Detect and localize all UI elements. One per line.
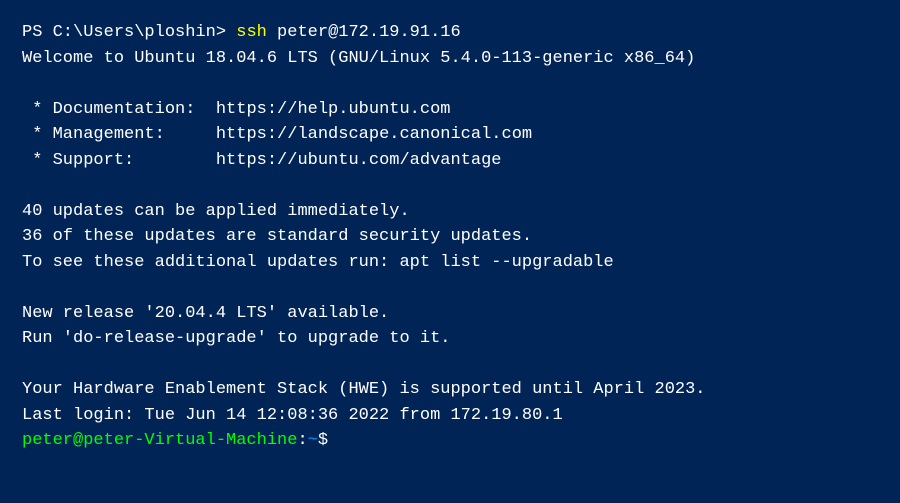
management-line: * Management: https://landscape.canonica…: [22, 122, 878, 148]
updates-line-3: To see these additional updates run: apt…: [22, 250, 878, 276]
release-line-1: New release '20.04.4 LTS' available.: [22, 301, 878, 327]
blank-line: [22, 275, 878, 301]
release-line-2: Run 'do-release-upgrade' to upgrade to i…: [22, 326, 878, 352]
hwe-line: Your Hardware Enablement Stack (HWE) is …: [22, 377, 878, 403]
prompt-symbol: $: [318, 431, 328, 450]
mgmt-url: https://landscape.canonical.com: [216, 125, 532, 144]
welcome-line: Welcome to Ubuntu 18.04.6 LTS (GNU/Linux…: [22, 46, 878, 72]
blank-line: [22, 71, 878, 97]
doc-label: * Documentation:: [22, 100, 216, 119]
documentation-line: * Documentation: https://help.ubuntu.com: [22, 97, 878, 123]
ps-prompt-line[interactable]: PS C:\Users\ploshin> ssh peter@172.19.91…: [22, 20, 878, 46]
shell-prompt-line[interactable]: peter@peter-Virtual-Machine:~$: [22, 428, 878, 454]
blank-line: [22, 173, 878, 199]
doc-url: https://help.ubuntu.com: [216, 100, 451, 119]
mgmt-label: * Management:: [22, 125, 216, 144]
prompt-path: ~: [308, 431, 318, 450]
ssh-command: ssh: [236, 23, 267, 42]
support-label: * Support:: [22, 151, 216, 170]
updates-line-2: 36 of these updates are standard securit…: [22, 224, 878, 250]
updates-line-1: 40 updates can be applied immediately.: [22, 199, 878, 225]
prompt-sep: :: [297, 431, 307, 450]
prompt-userhost: peter@peter-Virtual-Machine: [22, 431, 297, 450]
support-url: https://ubuntu.com/advantage: [216, 151, 502, 170]
blank-line: [22, 352, 878, 378]
support-line: * Support: https://ubuntu.com/advantage: [22, 148, 878, 174]
ps-prompt-prefix: PS C:\Users\ploshin>: [22, 23, 236, 42]
ssh-args: peter@172.19.91.16: [267, 23, 461, 42]
last-login-line: Last login: Tue Jun 14 12:08:36 2022 fro…: [22, 403, 878, 429]
